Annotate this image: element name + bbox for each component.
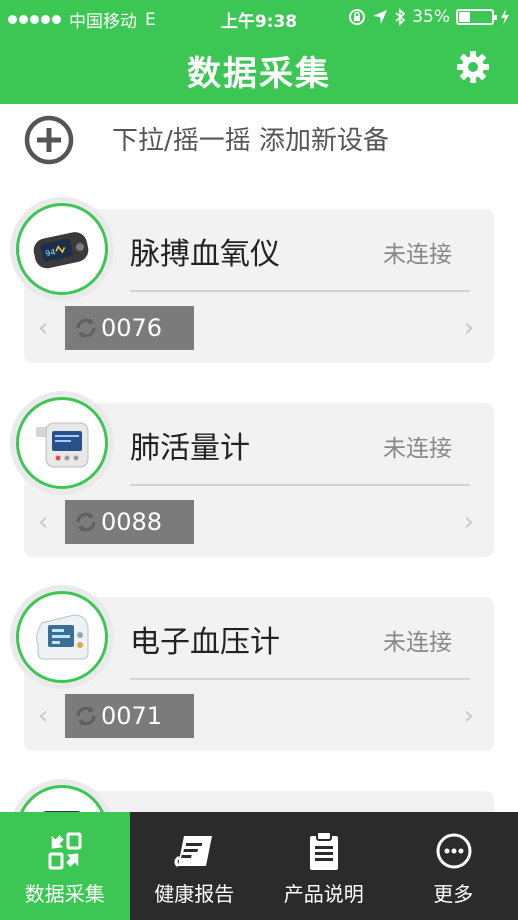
device-id-badge: 0076 bbox=[65, 306, 194, 350]
tab-data-collection[interactable]: 数据采集 bbox=[0, 812, 130, 920]
tab-label: 健康报告 bbox=[154, 882, 235, 906]
charging-icon bbox=[501, 9, 509, 25]
chevron-left-icon[interactable]: ‹ bbox=[38, 507, 48, 537]
location-icon bbox=[373, 10, 388, 24]
device-id: 0071 bbox=[101, 702, 163, 730]
divider bbox=[130, 290, 470, 292]
tab-more[interactable]: 更多 bbox=[389, 812, 518, 920]
connection-status: 未连接 bbox=[383, 436, 452, 462]
device-card-pulse-oximeter[interactable]: 94 脉搏血氧仪 未连接 ‹ 0076 › bbox=[10, 197, 494, 363]
app-header: 中国移动 E 上午9:38 35% 数据采集 bbox=[0, 0, 518, 104]
device-avatar: 94 bbox=[10, 197, 114, 301]
rotation-lock-icon bbox=[349, 9, 366, 25]
gear-icon[interactable] bbox=[456, 50, 490, 84]
device-avatar bbox=[10, 391, 114, 495]
chevron-right-icon[interactable]: › bbox=[464, 507, 474, 537]
report-icon bbox=[174, 836, 212, 868]
device-name: 电子血压计 bbox=[130, 625, 280, 660]
chevron-left-icon[interactable]: ‹ bbox=[38, 313, 48, 343]
refresh-icon bbox=[76, 512, 96, 532]
connection-status: 未连接 bbox=[383, 242, 452, 268]
add-device-hint: 下拉/摇一摇 添加新设备 bbox=[112, 126, 390, 156]
device-id: 0076 bbox=[101, 314, 163, 342]
clipboard-icon bbox=[310, 831, 338, 870]
battery-icon bbox=[456, 9, 497, 25]
add-device-row[interactable]: 下拉/摇一摇 添加新设备 bbox=[0, 104, 518, 168]
chevron-right-icon[interactable]: › bbox=[464, 313, 474, 343]
battery-percent: 35% bbox=[412, 7, 450, 27]
pulse-oximeter-image: 94 bbox=[33, 232, 89, 269]
device-card-spirometer[interactable]: 肺活量计 未连接 ‹ 0088 › bbox=[10, 391, 494, 557]
divider bbox=[130, 678, 470, 680]
chevron-right-icon[interactable]: › bbox=[464, 701, 474, 731]
navigation-bar: 数据采集 bbox=[0, 34, 518, 104]
status-bar: 中国移动 E 上午9:38 35% bbox=[0, 0, 518, 34]
connection-status: 未连接 bbox=[383, 630, 452, 656]
refresh-icon bbox=[76, 318, 96, 338]
tab-bar: 数据采集 健康报告 产品说明 更多 bbox=[0, 812, 518, 920]
plus-circle-icon[interactable] bbox=[23, 114, 75, 166]
device-avatar bbox=[10, 585, 114, 689]
device-id-badge: 0088 bbox=[65, 500, 194, 544]
tab-label: 数据采集 bbox=[24, 882, 105, 906]
page-title: 数据采集 bbox=[187, 54, 331, 94]
device-name: 脉搏血氧仪 bbox=[130, 237, 280, 272]
device-card-blood-pressure[interactable]: 电子血压计 未连接 ‹ 0071 › bbox=[10, 585, 494, 751]
tab-health-report[interactable]: 健康报告 bbox=[130, 812, 260, 920]
device-id-badge: 0071 bbox=[65, 694, 194, 738]
refresh-icon bbox=[76, 706, 96, 726]
more-icon bbox=[436, 833, 471, 869]
tab-label: 更多 bbox=[433, 882, 474, 906]
divider bbox=[130, 484, 470, 486]
bluetooth-icon bbox=[395, 8, 406, 26]
device-name: 肺活量计 bbox=[130, 431, 250, 466]
device-id: 0088 bbox=[101, 508, 163, 536]
tab-product-manual[interactable]: 产品说明 bbox=[259, 812, 389, 920]
chevron-left-icon[interactable]: ‹ bbox=[38, 701, 48, 731]
tab-label: 产品说明 bbox=[283, 882, 364, 906]
blood-pressure-monitor-image bbox=[36, 614, 89, 660]
spirometer-image bbox=[36, 422, 89, 468]
data-collect-icon bbox=[48, 832, 82, 870]
